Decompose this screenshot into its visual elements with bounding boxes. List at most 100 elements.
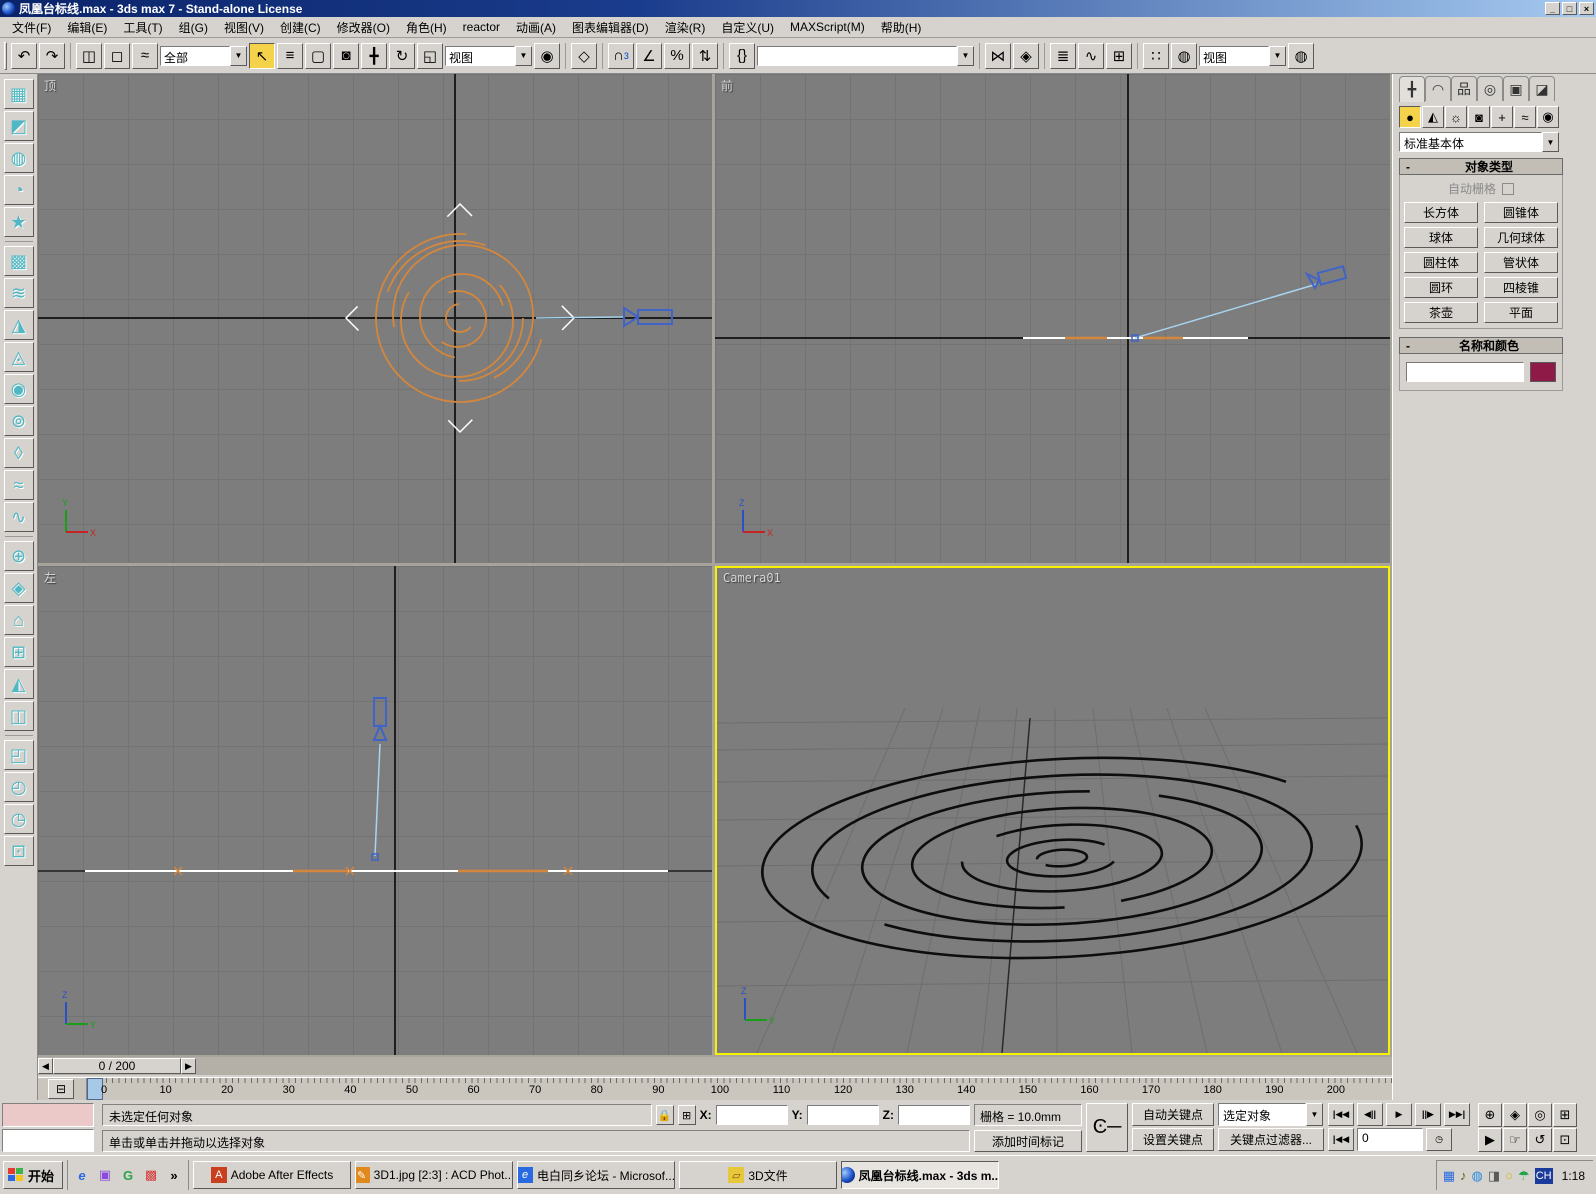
tab-modify[interactable]: ◠ [1425, 76, 1451, 101]
camera-object-front[interactable] [1307, 266, 1346, 288]
timeline-ruler[interactable]: 0 10 20 30 40 50 60 70 80 90 100 110 120… [86, 1078, 1392, 1101]
z-coordinate-field[interactable] [898, 1105, 970, 1125]
quick-render-button[interactable]: ◍ [1288, 43, 1314, 69]
bind-to-spacewarp-button[interactable]: ≈ [132, 43, 158, 69]
key-lock-icon[interactable]: ○ [1505, 1168, 1513, 1183]
menu-create[interactable]: 创建(C) [272, 17, 329, 38]
reactor-tool-23-button[interactable]: ◷ [4, 804, 34, 834]
teapot-button[interactable]: 茶壶 [1404, 302, 1478, 323]
menu-graph-editors[interactable]: 图表编辑器(D) [564, 17, 657, 38]
menu-customize[interactable]: 自定义(U) [713, 17, 782, 38]
play-button[interactable]: ▶ [1386, 1103, 1412, 1126]
tube-button[interactable]: 管状体 [1484, 252, 1558, 273]
reactor-tool-05-button[interactable]: ★ [4, 207, 34, 237]
select-and-scale-button[interactable]: ◱ [417, 43, 443, 69]
menu-help[interactable]: 帮助(H) [873, 17, 930, 38]
reactor-tool-01-button[interactable]: ▦ [4, 79, 34, 109]
rectangular-selection-region-button[interactable]: ▢ [305, 43, 331, 69]
viewport-left[interactable]: 左 Z Y [38, 566, 712, 1055]
antivirus-umbrella-icon[interactable]: ☂ [1518, 1168, 1530, 1184]
reactor-tool-04-button[interactable]: ◔ [4, 175, 34, 205]
name-color-rollout-header[interactable]: - 名称和颜色 [1399, 337, 1563, 354]
reactor-tool-21-button[interactable]: ◰ [4, 740, 34, 770]
category-shapes-button[interactable]: ◭ [1422, 106, 1444, 128]
menu-file[interactable]: 文件(F) [4, 17, 59, 38]
reactor-tool-12-button[interactable]: ◊ [4, 438, 34, 468]
chevron-down-icon[interactable]: ▼ [957, 46, 974, 66]
auto-key-button[interactable]: 自动关键点 [1132, 1103, 1214, 1126]
box-button[interactable]: 长方体 [1404, 202, 1478, 223]
category-helpers-button[interactable]: + [1491, 106, 1513, 128]
chevron-down-icon[interactable]: ▼ [1269, 46, 1286, 66]
menu-animation[interactable]: 动画(A) [508, 17, 564, 38]
media-app-icon[interactable]: ▩ [141, 1165, 161, 1185]
menu-modifiers[interactable]: 修改器(O) [329, 17, 398, 38]
menu-maxscript[interactable]: MAXScript(M) [782, 18, 873, 36]
geosphere-button[interactable]: 几何球体 [1484, 227, 1558, 248]
go-to-start-button[interactable]: |◀◀ [1328, 1103, 1354, 1126]
close-button[interactable]: × [1579, 2, 1594, 15]
named-selection-dropdown[interactable]: ▼ [757, 45, 974, 67]
arc-rotate-button[interactable]: ↺ [1528, 1128, 1552, 1152]
task-acdsee[interactable]: ✎ 3D1.jpg [2:3] : ACD Phot... [355, 1161, 513, 1189]
internet-explorer-icon[interactable]: e [72, 1165, 92, 1185]
reactor-tool-06-button[interactable]: ▩ [4, 246, 34, 276]
min-max-toggle-button[interactable]: ⊡ [1553, 1128, 1577, 1152]
zoom-button[interactable]: ⊕ [1478, 1103, 1502, 1127]
viewport-top[interactable]: 顶 [38, 74, 712, 563]
pyramid-button[interactable]: 四棱锥 [1484, 277, 1558, 298]
tab-hierarchy[interactable]: 品 [1451, 76, 1477, 101]
phoenix-spline-left[interactable] [85, 867, 668, 875]
zoom-extents-all-button[interactable]: ⊞ [1553, 1103, 1577, 1127]
autogrid-checkbox[interactable] [1502, 183, 1514, 195]
reactor-tool-19-button[interactable]: ◭ [4, 669, 34, 699]
sphere-button[interactable]: 球体 [1404, 227, 1478, 248]
select-and-manipulate-button[interactable]: ◇ [571, 43, 597, 69]
redo-button[interactable]: ↷ [39, 43, 65, 69]
set-key-button[interactable]: 设置关键点 [1132, 1128, 1214, 1151]
cone-button[interactable]: 圆锥体 [1484, 202, 1558, 223]
render-type-dropdown[interactable]: 视图 ▼ [1199, 45, 1286, 67]
listener-script-line[interactable] [2, 1129, 94, 1152]
toolbar-drag-handle[interactable] [4, 42, 7, 70]
task-after-effects[interactable]: A Adobe After Effects [193, 1161, 351, 1189]
tab-display[interactable]: ▣ [1503, 76, 1529, 101]
network-globe-icon[interactable]: ◍ [1471, 1168, 1482, 1184]
tab-create[interactable]: ╋ [1399, 76, 1425, 102]
select-by-name-button[interactable]: ≡ [277, 43, 303, 69]
mini-curve-editor-button[interactable]: ⊟ [48, 1079, 74, 1099]
reactor-tool-08-button[interactable]: ◮ [4, 310, 34, 340]
chevron-down-icon[interactable]: ▼ [515, 46, 532, 66]
plane-button[interactable]: 平面 [1484, 302, 1558, 323]
camera-object-leftvp[interactable] [374, 698, 386, 740]
time-slider-handle[interactable]: 0 / 200 [53, 1058, 181, 1074]
next-frame-button[interactable]: ||▶ [1415, 1103, 1441, 1126]
reactor-tool-24-button[interactable]: ⊡ [4, 836, 34, 866]
named-selection-sets-button[interactable]: {} [729, 43, 755, 69]
reactor-tool-14-button[interactable]: ∿ [4, 502, 34, 532]
menu-views[interactable]: 视图(V) [216, 17, 272, 38]
start-button[interactable]: 开始 [3, 1161, 63, 1189]
reactor-tool-10-button[interactable]: ◉ [4, 374, 34, 404]
y-coordinate-field[interactable] [807, 1105, 879, 1125]
viewport-front-label[interactable]: 前 [721, 77, 733, 94]
reactor-tool-03-button[interactable]: ◍ [4, 143, 34, 173]
object-type-rollout-header[interactable]: - 对象类型 [1399, 158, 1563, 175]
collapse-icon[interactable]: - [1400, 339, 1416, 353]
curve-editor-button[interactable]: ∿ [1078, 43, 1104, 69]
schematic-view-button[interactable]: ⊞ [1106, 43, 1132, 69]
select-and-rotate-button[interactable]: ↻ [389, 43, 415, 69]
reference-coordinate-dropdown[interactable]: 视图 ▼ [445, 45, 532, 67]
add-time-tag-button[interactable]: 添加时间标记 [974, 1130, 1082, 1152]
category-geometry-button[interactable]: ● [1399, 106, 1421, 128]
key-mode-toggle[interactable]: |◀◀ [1328, 1128, 1354, 1151]
language-indicator[interactable]: CH [1535, 1168, 1553, 1184]
torus-button[interactable]: 圆环 [1404, 277, 1478, 298]
viewport-front[interactable]: 前 Z X [715, 74, 1390, 563]
selection-lock-toggle[interactable]: 🔒 [656, 1105, 674, 1125]
quick-launch-overflow-chevron[interactable]: » [164, 1165, 184, 1185]
viewport-camera-label[interactable]: Camera01 [723, 571, 781, 585]
category-systems-button[interactable]: ◉ [1537, 106, 1559, 128]
volume-icon[interactable]: ♪ [1460, 1168, 1467, 1183]
reactor-tool-22-button[interactable]: ◴ [4, 772, 34, 802]
